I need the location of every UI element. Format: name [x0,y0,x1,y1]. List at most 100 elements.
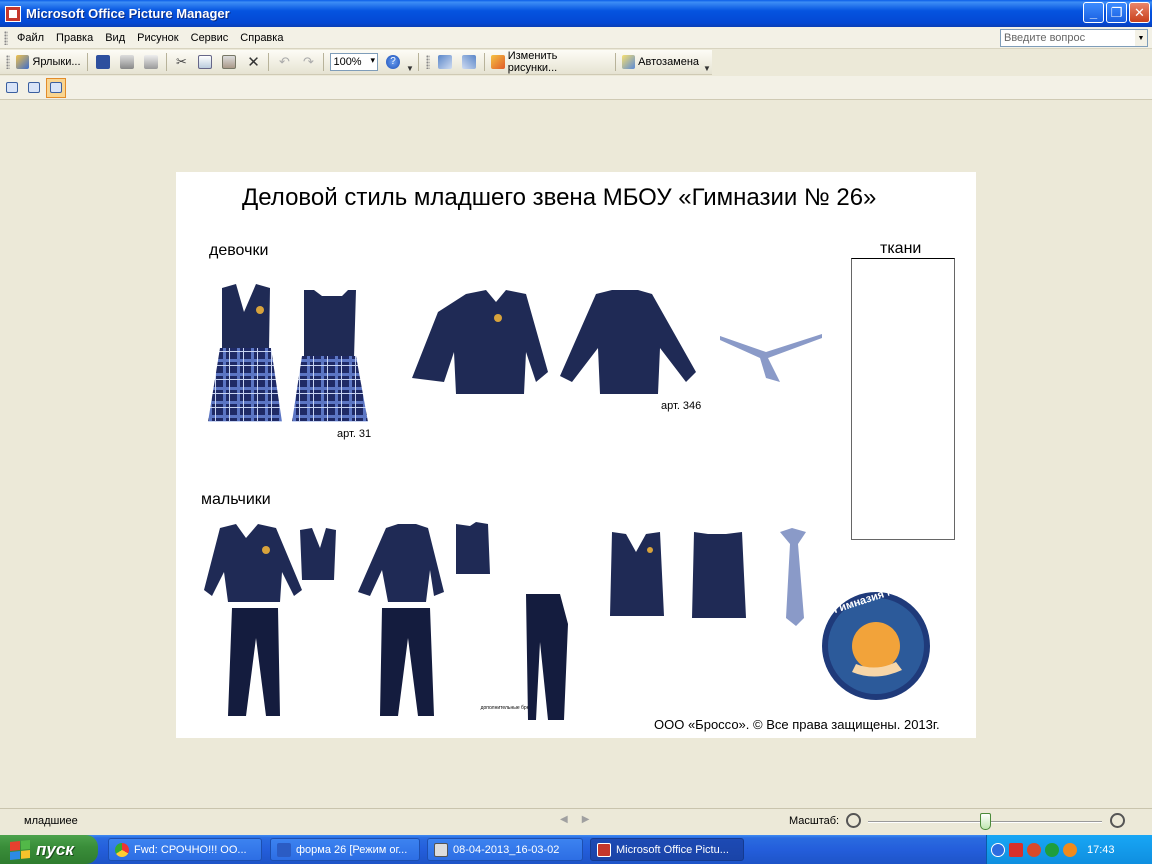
mail-button[interactable] [140,52,162,72]
save-icon [95,55,110,69]
tray-network-icon[interactable] [1027,842,1041,857]
status-bar: младшиее ◀ ▶ Масштаб: [0,808,1152,832]
zoom-out-icon[interactable] [846,813,861,828]
girls-jacket-front [412,290,548,394]
chevron-down-icon[interactable]: ▼ [1135,30,1147,46]
close-button[interactable]: ✕ [1129,2,1150,23]
uniform-illustration [204,284,930,720]
toolbar-options-icon[interactable]: ▼ [702,51,712,73]
shortcuts-icon [15,55,30,69]
menu-file[interactable]: Файл [11,30,50,46]
shortcuts-label: Ярлыки... [32,56,81,68]
grip-icon[interactable] [4,30,8,45]
pullover-back [692,532,746,618]
tray-updater-icon[interactable] [1063,842,1077,857]
previous-picture-icon[interactable]: ◀ [560,814,568,825]
undo-button[interactable]: ↶ [273,52,295,72]
toolbar-separator [86,53,88,71]
girls-sarafan-back [292,290,368,422]
minimize-button[interactable]: _ [1083,2,1104,23]
maximize-button[interactable]: ❐ [1106,2,1127,23]
taskbar-item-chrome[interactable]: Fwd: СРОЧНО!!! ОО... [108,838,262,861]
window-title: Microsoft Office Picture Manager [26,6,230,21]
thumbnail-view-icon [6,82,18,93]
tray-acrobat-icon[interactable] [1009,842,1023,857]
picture-navigation: ◀ ▶ [560,814,589,825]
boys-jacket-front [204,524,302,602]
delete-button[interactable]: ✕ [242,52,264,72]
undo-icon: ↶ [279,54,290,69]
save-button[interactable] [92,52,114,72]
mail-icon [143,55,158,69]
clock: 17:43 [1087,843,1115,856]
thumbnail-view-button[interactable] [2,78,22,98]
picture-manager-icon [597,842,611,857]
scissors-icon: ✂ [176,54,187,69]
filmstrip-view-button[interactable] [24,78,44,98]
help-search-input[interactable]: Введите вопрос ▼ [1000,29,1148,47]
toolbar-separator [165,53,167,71]
edit-pictures-button[interactable]: Изменить рисунки... [489,50,611,74]
grip-icon[interactable] [6,55,10,69]
menu-tools[interactable]: Сервис [185,30,235,46]
standard-toolbar: Ярлыки... ✂ ✕ ↶ ↷ 100% ? ▼ Изменить рису… [0,50,712,75]
autocorrect-button[interactable]: Автозамена [620,52,701,72]
tray-security-icon[interactable] [1045,842,1059,857]
toolbar-options-icon[interactable]: ▼ [405,51,415,73]
toolbar-separator [483,53,485,71]
menu-help[interactable]: Справка [234,30,289,46]
zoom-label: Масштаб: [789,815,840,827]
rotate-right-button[interactable] [458,52,480,72]
zoom-value[interactable]: 100% [330,53,379,71]
status-filename: младшиее [24,815,78,827]
copy-button[interactable] [194,52,216,72]
single-picture-view-icon [50,82,62,93]
girls-neck-bow [720,334,822,382]
task-label: Fwd: СРОЧНО!!! ОО... [134,843,247,856]
help-button[interactable]: ? [382,52,404,72]
zoom-in-icon[interactable] [1110,813,1125,828]
system-tray: 17:43 [986,835,1152,864]
toolbar-separator [268,53,270,71]
capture-icon [434,842,448,857]
app-window: Microsoft Office Picture Manager _ ❐ ✕ Ф… [0,0,1152,864]
girls-jacket-back [560,290,696,394]
redo-button[interactable]: ↷ [297,52,319,72]
boys-trousers-2 [380,608,434,716]
task-label: 08-04-2013_16-03-02 [453,843,560,856]
zoom-slider-thumb[interactable] [979,813,991,830]
toolbar-separator [323,53,325,71]
displayed-picture: Деловой стиль младшего звена МБОУ «Гимна… [176,172,976,738]
view-toolbar [0,76,1152,100]
autocorrect-icon [621,55,636,69]
taskbar-item-capture[interactable]: 08-04-2013_16-03-02 [427,838,583,861]
filmstrip-view-icon [28,82,40,93]
cut-button[interactable]: ✂ [170,52,192,72]
start-button[interactable]: пуск [0,835,98,864]
start-label: пуск [36,839,74,859]
paste-button[interactable] [218,52,240,72]
menu-edit[interactable]: Правка [50,30,99,46]
autocorrect-label: Автозамена [638,56,700,68]
next-picture-icon[interactable]: ▶ [582,814,590,825]
menu-view[interactable]: Вид [99,30,131,46]
picture-manager-icon [5,5,21,22]
task-label: Microsoft Office Pictu... [616,843,729,856]
print-button[interactable] [116,52,138,72]
girls-sarafan-front [208,284,282,422]
help-search-placeholder: Введите вопрос [1004,32,1086,44]
tray-expand-icon[interactable] [991,842,1005,857]
single-picture-view-button[interactable] [46,77,66,98]
rotate-left-button[interactable] [434,52,456,72]
rotate-right-icon [461,55,476,69]
menu-picture[interactable]: Рисунок [131,30,185,46]
grip-icon[interactable] [425,55,430,69]
zoom-select[interactable]: 100% [328,52,380,72]
windows-flag-icon [10,839,30,860]
copy-icon [198,55,213,69]
taskbar-item-picture-manager[interactable]: Microsoft Office Pictu... [590,838,744,861]
taskbar-item-word[interactable]: форма 26 [Режим ог... [270,838,420,861]
shortcuts-button[interactable]: Ярлыки... [14,52,83,72]
menu-bar: Файл Правка Вид Рисунок Сервис Справка В… [0,27,1152,49]
help-icon: ? [386,55,401,69]
